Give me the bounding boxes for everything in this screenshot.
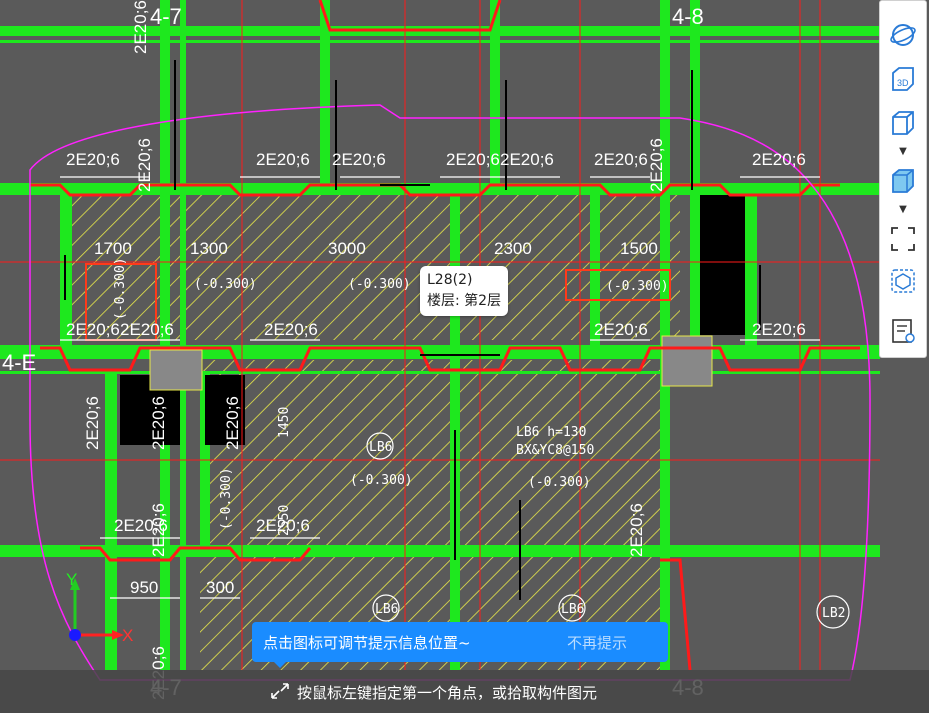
svg-text:3D: 3D (897, 78, 909, 88)
orbit-icon[interactable] (887, 19, 919, 51)
rebar-label: 2E20;6 (594, 320, 648, 339)
chevron-down-icon[interactable]: ▼ (897, 205, 909, 215)
rebar-label: 2E20;6 (256, 150, 310, 169)
slab-hatch-top (60, 195, 680, 340)
dimension-label: 300 (206, 578, 235, 597)
dont-show-again-button[interactable]: 不再提示 (567, 632, 627, 653)
elevation-label: (-0.300) (348, 277, 411, 292)
span-label: 1300 (190, 239, 228, 258)
axis-label-top-left: 4-7 (150, 4, 182, 29)
elevation-label-vertical: (-0.300) (219, 467, 234, 530)
span-label: 2300 (494, 239, 532, 258)
rebar-label-vertical: 2E20;6 (131, 0, 150, 54)
axis-label-row-e: 4-E (2, 350, 37, 375)
rebar-label-vertical: 2E20;6 (627, 503, 646, 557)
span-label: 3000 (328, 239, 366, 258)
elevation-label: (-0.300) (528, 475, 591, 490)
hint-banner: 点击图标可调节提示信息位置~ 不再提示 (252, 622, 668, 662)
tooltip-title: L28(2) (427, 272, 473, 288)
tooltip-floor: 楼层: 第2层 (427, 293, 502, 309)
rebar-label: 2E20;6 (594, 150, 648, 169)
rebar-label-vertical: 2E20;6 (149, 396, 168, 450)
3d-view-icon[interactable]: 3D (887, 63, 919, 95)
span-label: 1500 (620, 239, 658, 258)
hint-message: 点击图标可调节提示信息位置~ (263, 634, 471, 652)
elevation-label: (-0.300) (606, 279, 669, 294)
rebar-label: 2E20;6 (332, 150, 386, 169)
rebar-label: 2E20;6 (66, 320, 120, 339)
rebar-label: 2E20;6 (446, 150, 500, 169)
rebar-label-vertical: 2E20;6 (223, 396, 242, 450)
rebar-label: 2E20;6 (752, 320, 806, 339)
axis-label-top-right: 4-8 (672, 4, 704, 29)
select-region-icon[interactable] (887, 223, 919, 255)
rebar-label: 2E20;6 (500, 150, 554, 169)
rebar-label: 2E20;6 (120, 320, 174, 339)
elevation-label: (-0.300) (350, 473, 413, 488)
rebar-label-vertical: 2E20;6 (83, 396, 102, 450)
pick-cursor-icon[interactable] (270, 682, 290, 700)
box-view-icon[interactable] (887, 107, 919, 139)
dimension-label: 2550 (277, 504, 292, 536)
dimension-label: 1450 (277, 406, 292, 438)
component-icon[interactable] (887, 265, 919, 297)
rebar-label-vertical: 2E20;6 (135, 138, 154, 192)
slab-spec-line1: LB6 h=130 (516, 425, 587, 440)
dimension-label: 950 (130, 578, 159, 597)
rebar-label: 2E20;6 (752, 150, 806, 169)
rebar-label-vertical: 2E20;6 (149, 503, 168, 557)
slab-mark-lb2: LB2 (822, 606, 846, 621)
rebar-label-vertical: 2E20;6 (647, 138, 666, 192)
component-tooltip: L28(2) 楼层: 第2层 (420, 266, 509, 316)
elevation-label-vertical: (-0.300) (113, 257, 128, 320)
properties-list-icon[interactable] (887, 315, 919, 347)
ucs-y-label: Y (66, 570, 78, 589)
command-prompt: 按鼠标左键指定第一个角点，或拾取构件图元 (297, 684, 598, 702)
rebar-label: 2E20;6 (66, 150, 120, 169)
ucs-x-label: X (122, 626, 134, 645)
hint-tail (272, 660, 288, 668)
cad-drawing-canvas[interactable] (0, 0, 929, 713)
slab-mark-lb6: LB6 (369, 440, 393, 455)
rebar-label: 2E20;6 (264, 320, 318, 339)
slab-spec-line2: BX&YC8@150 (516, 443, 595, 458)
command-status-bar: 按鼠标左键指定第一个角点，或拾取构件图元 (0, 670, 929, 713)
view-toolbar: 3D ▼ ▼ (879, 0, 927, 358)
elevation-label: (-0.300) (194, 277, 257, 292)
slab-mark-lb6: LB6 (375, 602, 399, 617)
slab-mark-lb6: LB6 (561, 602, 585, 617)
chevron-down-icon[interactable]: ▼ (897, 147, 909, 157)
span-label: 1700 (94, 239, 132, 258)
solid-box-icon[interactable] (887, 165, 919, 197)
